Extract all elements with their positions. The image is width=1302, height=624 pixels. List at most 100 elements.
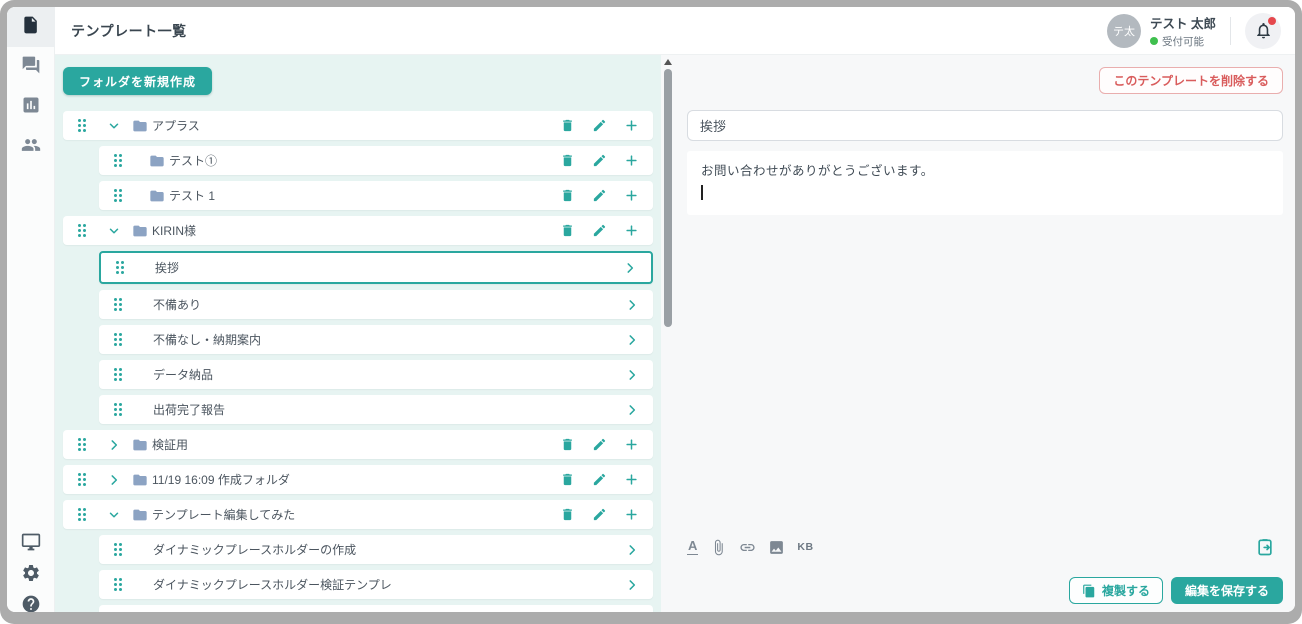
sidebar-item-help[interactable] xyxy=(7,591,55,612)
sidebar-item-settings[interactable] xyxy=(7,560,55,591)
chevron-right-icon[interactable] xyxy=(107,438,121,452)
drag-handle[interactable] xyxy=(113,297,123,312)
chevron-right-icon[interactable] xyxy=(107,473,121,487)
trash-icon[interactable] xyxy=(560,118,575,133)
chevron-right-icon[interactable] xyxy=(625,333,639,347)
scrollbar-up-arrow[interactable] xyxy=(664,59,672,65)
drag-handle[interactable] xyxy=(77,437,87,452)
drag-handle[interactable] xyxy=(115,260,125,275)
document-icon xyxy=(21,15,41,40)
scrollbar[interactable] xyxy=(661,55,675,612)
delete-template-button[interactable]: このテンプレートを削除する xyxy=(1099,67,1283,94)
sidebar-item-chat[interactable] xyxy=(7,47,55,87)
pencil-icon[interactable] xyxy=(592,153,607,168)
plus-icon[interactable] xyxy=(624,507,639,522)
folder-icon xyxy=(132,118,148,134)
row-label: ダイナミックプレースホルダーの作成 xyxy=(153,543,357,557)
template-body-editor[interactable]: お問い合わせがありがとうございます。 xyxy=(687,151,1283,215)
avatar[interactable]: テ太 xyxy=(1107,13,1142,48)
drag-handle[interactable] xyxy=(77,472,87,487)
drag-handle[interactable] xyxy=(77,507,87,522)
trash-icon[interactable] xyxy=(560,188,575,203)
copy-icon xyxy=(1083,584,1095,597)
plus-icon[interactable] xyxy=(624,437,639,452)
chevron-down-icon[interactable] xyxy=(107,508,121,522)
kb-button[interactable]: KB xyxy=(797,541,813,553)
trash-icon[interactable] xyxy=(560,437,575,452)
folder-icon xyxy=(132,437,148,453)
chevron-right-icon[interactable] xyxy=(623,261,637,275)
drag-handle[interactable] xyxy=(113,332,123,347)
template-row[interactable]: ダイナミックプレースホルダーの作成 xyxy=(99,535,653,564)
pencil-icon[interactable] xyxy=(592,472,607,487)
plus-icon[interactable] xyxy=(624,153,639,168)
text-format-button[interactable]: A xyxy=(687,539,699,555)
drag-handle[interactable] xyxy=(77,223,87,238)
notifications-button[interactable] xyxy=(1245,12,1281,49)
template-row[interactable]: 出荷完了報告 xyxy=(99,395,653,424)
drag-handle[interactable] xyxy=(113,577,123,592)
drag-handle[interactable] xyxy=(77,118,87,133)
row-label: アプラス xyxy=(152,119,200,133)
pencil-icon[interactable] xyxy=(592,437,607,452)
duplicate-button[interactable]: 複製する xyxy=(1068,577,1163,604)
chevron-right-icon[interactable] xyxy=(625,578,639,592)
folder-row[interactable]: テンプレート編集してみた xyxy=(63,500,653,529)
template-title-input[interactable] xyxy=(687,110,1283,141)
link-button[interactable] xyxy=(739,539,756,556)
chevron-right-icon[interactable] xyxy=(625,403,639,417)
sidebar-item-analytics[interactable] xyxy=(7,87,55,127)
scrollbar-thumb[interactable] xyxy=(664,69,672,327)
trash-icon[interactable] xyxy=(560,472,575,487)
chevron-right-icon[interactable] xyxy=(625,543,639,557)
clipboard-export-button[interactable] xyxy=(1255,537,1275,557)
template-row[interactable]: 不備あり xyxy=(99,290,653,319)
row-label: 不備なし・納期案内 xyxy=(153,333,262,347)
gear-icon xyxy=(21,563,41,588)
template-row[interactable]: データ納品 xyxy=(99,360,653,389)
template-row[interactable] xyxy=(99,605,653,612)
save-edit-button[interactable]: 編集を保存する xyxy=(1170,577,1283,604)
pencil-icon[interactable] xyxy=(592,223,607,238)
drag-handle[interactable] xyxy=(113,542,123,557)
trash-icon[interactable] xyxy=(560,153,575,168)
template-row[interactable]: ダイナミックプレースホルダー検証テンプレ xyxy=(99,570,653,599)
chevron-right-icon[interactable] xyxy=(625,368,639,382)
clipboard-export-icon xyxy=(1258,539,1272,556)
pencil-icon[interactable] xyxy=(592,507,607,522)
chevron-down-icon[interactable] xyxy=(107,119,121,133)
pencil-icon[interactable] xyxy=(592,118,607,133)
folder-row[interactable]: 11/19 16:09 作成フォルダ xyxy=(63,465,653,494)
new-folder-button[interactable]: フォルダを新規作成 xyxy=(63,67,213,95)
sidebar-item-templates[interactable] xyxy=(7,7,55,47)
template-body-text: お問い合わせがありがとうございます。 xyxy=(701,164,934,178)
plus-icon[interactable] xyxy=(624,223,639,238)
sidebar-item-members[interactable] xyxy=(7,127,55,167)
template-row[interactable]: 不備なし・納期案内 xyxy=(99,325,653,354)
trash-icon[interactable] xyxy=(560,507,575,522)
sidebar-bottom xyxy=(7,529,55,612)
chevron-right-icon[interactable] xyxy=(625,298,639,312)
sidebar-item-monitor[interactable] xyxy=(7,529,55,560)
chevron-down-icon[interactable] xyxy=(107,224,121,238)
folder-row[interactable]: 検証用 xyxy=(63,430,653,459)
folder-row[interactable]: KIRIN様 xyxy=(63,216,653,245)
header: テンプレート一覧 テ太 テスト 太郎 受付可能 xyxy=(55,7,1295,55)
drag-handle[interactable] xyxy=(113,153,123,168)
plus-icon[interactable] xyxy=(624,188,639,203)
drag-handle[interactable] xyxy=(113,367,123,382)
plus-icon[interactable] xyxy=(624,118,639,133)
status-dot xyxy=(1150,37,1159,45)
image-button[interactable] xyxy=(768,539,785,556)
folder-row[interactable]: アプラス xyxy=(63,111,653,140)
pencil-icon[interactable] xyxy=(592,188,607,203)
folder-row[interactable]: テスト① xyxy=(99,146,653,175)
drag-handle[interactable] xyxy=(113,402,123,417)
trash-icon[interactable] xyxy=(560,223,575,238)
sidebar xyxy=(7,7,55,612)
plus-icon[interactable] xyxy=(624,472,639,487)
folder-row[interactable]: テスト 1 xyxy=(99,181,653,210)
template-row[interactable]: 挨拶 xyxy=(99,251,653,284)
attachment-button[interactable] xyxy=(710,539,727,556)
drag-handle[interactable] xyxy=(113,188,123,203)
